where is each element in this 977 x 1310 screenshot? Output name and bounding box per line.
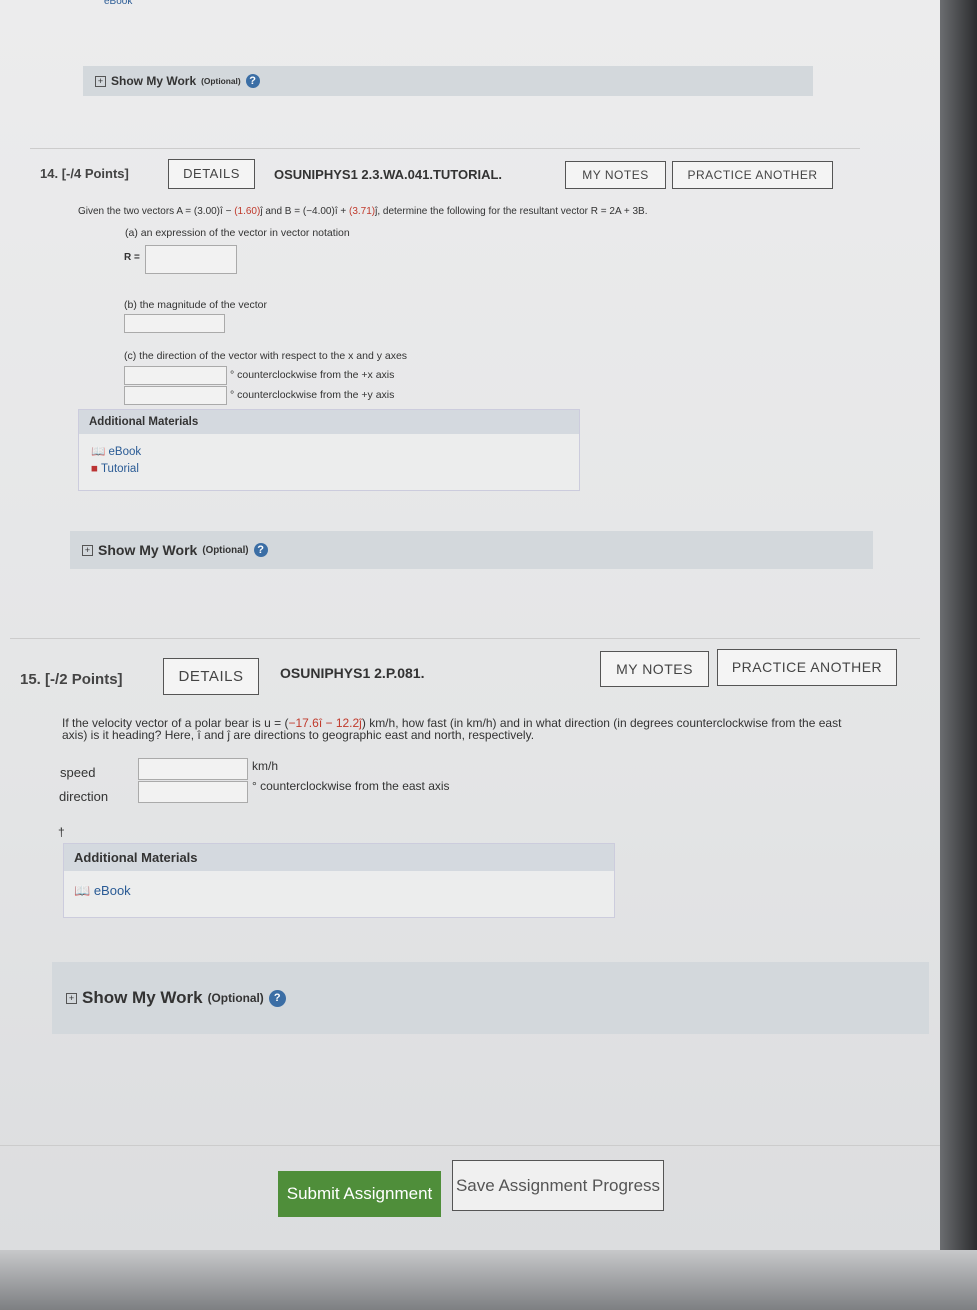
expand-icon: + <box>95 75 106 87</box>
q15-my-notes-button[interactable]: MY NOTES <box>600 651 709 687</box>
expand-icon: + <box>82 544 93 556</box>
ccw-y-label: ° counterclockwise from the +y axis <box>230 389 395 401</box>
submit-assignment-button[interactable]: Submit Assignment <box>278 1171 441 1217</box>
q14-prompt: Given the two vectors A = (3.00)î − (1.6… <box>78 206 648 217</box>
save-progress-button[interactable]: Save Assignment Progress <box>452 1160 664 1211</box>
assignment-page: eBook + Show My Work (Optional) ? 14. [-… <box>0 0 940 1250</box>
q15-practice-another-button[interactable]: PRACTICE ANOTHER <box>717 649 897 686</box>
magnitude-input[interactable] <box>124 314 225 333</box>
top-ebook-link[interactable]: eBook <box>104 0 132 7</box>
direction-x-input[interactable] <box>124 366 227 385</box>
speed-unit: km/h <box>252 759 279 773</box>
additional-materials-heading: Additional Materials <box>64 844 614 871</box>
direction-y-input[interactable] <box>124 386 227 405</box>
help-icon[interactable]: ? <box>268 989 286 1007</box>
tutorial-icon: ■ <box>91 463 98 475</box>
show-my-work-toggle[interactable]: + Show My Work (Optional) ? <box>83 66 813 96</box>
direction-input[interactable] <box>138 781 248 803</box>
direction-label: direction <box>59 789 109 804</box>
show-my-work-label: Show My Work <box>111 74 197 88</box>
q14-ebook-link[interactable]: 📖 eBook <box>91 444 567 461</box>
q14-show-my-work-toggle[interactable]: + Show My Work (Optional) ? <box>70 531 873 569</box>
q14-part-c: (c) the direction of the vector with res… <box>124 350 408 362</box>
q15-ebook-link[interactable]: 📖 eBook <box>64 871 614 899</box>
book-icon: 📖 <box>74 883 91 898</box>
optional-label: (Optional) <box>201 76 241 86</box>
q15-prompt-line2: axis) is it heading? Here, î and ĵ are d… <box>62 728 535 742</box>
q14-code: OSUNIPHYS1 2.3.WA.041.TUTORIAL. <box>274 167 503 182</box>
book-icon: 📖 <box>91 446 106 458</box>
q14-tutorial-link[interactable]: ■ Tutorial <box>91 461 567 478</box>
q14-part-a: (a) an expression of the vector in vecto… <box>125 227 350 239</box>
dagger-mark: † <box>58 825 65 839</box>
q14-details-button[interactable]: DETAILS <box>168 159 255 189</box>
q14-practice-another-button[interactable]: PRACTICE ANOTHER <box>672 161 833 189</box>
q15-header: 15. [-/2 Points] <box>20 671 123 688</box>
ccw-x-label: ° counterclockwise from the +x axis <box>230 369 395 381</box>
screen-bottom-edge <box>0 1250 977 1310</box>
q14-my-notes-button[interactable]: MY NOTES <box>565 161 666 189</box>
additional-materials-heading: Additional Materials <box>79 410 579 434</box>
r-label: R = <box>124 252 140 263</box>
direction-unit: ° counterclockwise from the east axis <box>252 779 450 793</box>
optional-label: (Optional) <box>202 544 249 556</box>
help-icon[interactable]: ? <box>245 74 260 88</box>
show-my-work-label: Show My Work <box>98 542 198 558</box>
optional-label: (Optional) <box>207 991 264 1005</box>
q15-additional-materials: Additional Materials 📖 eBook <box>63 843 615 918</box>
q14-additional-materials: Additional Materials 📖 eBook ■ Tutorial <box>78 409 580 491</box>
screen-bezel <box>940 0 977 1310</box>
r-vector-input[interactable] <box>145 245 237 274</box>
help-icon[interactable]: ? <box>253 543 268 557</box>
q15-details-button[interactable]: DETAILS <box>163 658 259 695</box>
speed-input[interactable] <box>138 758 248 780</box>
speed-label: speed <box>60 765 96 780</box>
q14-part-b: (b) the magnitude of the vector <box>124 299 267 311</box>
q14-header: 14. [-/4 Points] <box>40 166 129 181</box>
q15-code: OSUNIPHYS1 2.P.081. <box>280 665 425 681</box>
q15-show-my-work-toggle[interactable]: + Show My Work (Optional) ? <box>52 962 929 1034</box>
show-my-work-label: Show My Work <box>82 988 203 1007</box>
expand-icon: + <box>66 992 77 1004</box>
